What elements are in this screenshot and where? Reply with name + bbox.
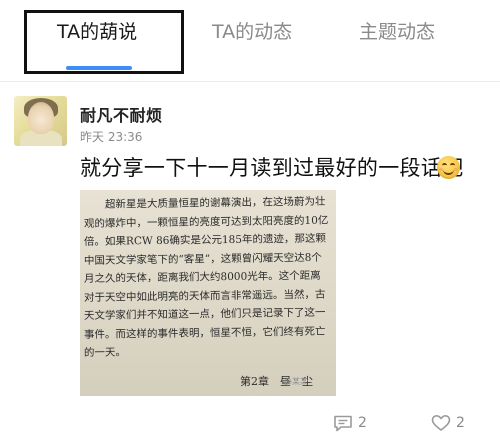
username[interactable]: 耐凡不耐烦 (80, 102, 163, 126)
tab-ta-hulu-shuo[interactable]: TA的葫说 (57, 20, 137, 44)
image-watermark: @某某 (284, 377, 308, 386)
like-count: 2 (456, 415, 465, 431)
comment-count: 2 (358, 415, 367, 431)
post-image[interactable]: 超新星是大质量恒星的谢幕演出，在这场蔚为壮 观的爆炸中，一颗恒星的亮度可达到太阳… (80, 190, 336, 396)
book-text-line: 的一天。 (83, 346, 127, 359)
heart-icon (431, 414, 451, 432)
comment-button[interactable]: 2 (333, 414, 367, 432)
avatar-face (28, 102, 54, 134)
post-timestamp: 昨天 23:36 (80, 130, 143, 144)
like-button[interactable]: 2 (431, 414, 465, 432)
post-text: 就分享一下十一月读到过最好的一段话吧 (80, 156, 464, 180)
tab-bar: TA的葫说 TA的动态 主题动态 (0, 0, 500, 82)
tab-zhuti-dongtai[interactable]: 主题动态 (359, 20, 435, 44)
active-tab-indicator (66, 66, 132, 70)
comment-icon (333, 414, 353, 432)
tab-ta-dongtai[interactable]: TA的动态 (212, 20, 292, 44)
avatar[interactable] (14, 96, 67, 146)
book-page-text: 超新星是大质量恒星的谢幕演出，在这场蔚为壮 观的爆炸中，一颗恒星的亮度可达到太阳… (84, 196, 332, 363)
tab-bar-divider (0, 81, 500, 82)
smiling-face-icon (437, 156, 460, 179)
